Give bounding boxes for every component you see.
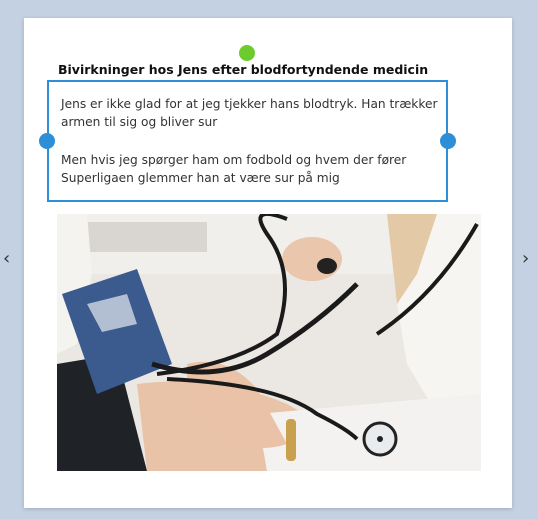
- slide-editor-stage: ‹ › Bivirkninger hos Jens efter blodfort…: [0, 0, 538, 519]
- photo-illustration: [57, 214, 481, 471]
- paragraph-2[interactable]: Men hvis jeg spørger ham om fodbold og h…: [61, 151, 441, 187]
- resize-handle-left[interactable]: [39, 133, 55, 149]
- blood-pressure-photo[interactable]: [57, 214, 481, 471]
- selected-text-box[interactable]: Jens er ikke glad for at jeg tjekker han…: [47, 80, 448, 202]
- paragraph-1[interactable]: Jens er ikke glad for at jeg tjekker han…: [61, 95, 441, 131]
- chevron-right-icon[interactable]: ›: [522, 248, 529, 269]
- resize-handle-right[interactable]: [440, 133, 456, 149]
- slide-title[interactable]: Bivirkninger hos Jens efter blodfortynde…: [58, 62, 478, 77]
- rotate-handle[interactable]: [239, 45, 255, 61]
- chevron-left-icon[interactable]: ‹: [3, 248, 10, 269]
